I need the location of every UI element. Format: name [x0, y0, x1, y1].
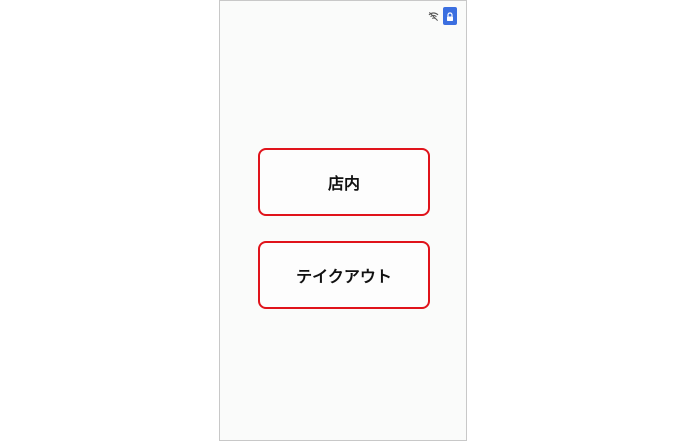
eat-in-button[interactable]: 店内 [258, 148, 430, 216]
status-bar [427, 7, 457, 25]
lock-badge [443, 7, 457, 25]
eat-in-label: 店内 [327, 174, 360, 193]
lock-icon [446, 7, 454, 26]
phone-frame: 店内 テイクアウト [219, 0, 467, 441]
takeout-button[interactable]: テイクアウト [258, 241, 430, 309]
screen: 店内 テイクアウト [0, 0, 688, 443]
wifi-off-icon [427, 10, 439, 22]
takeout-label: テイクアウト [296, 267, 392, 286]
